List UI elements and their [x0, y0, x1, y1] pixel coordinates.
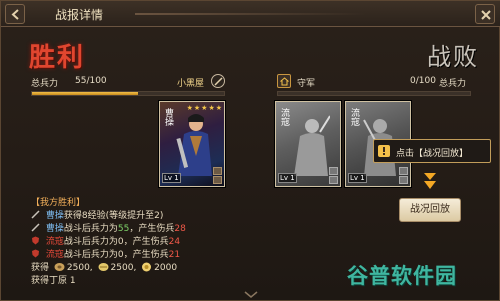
- troop-slots: [399, 167, 408, 184]
- log-title-row: 【我方胜利】: [31, 197, 291, 210]
- scroll-down-icon[interactable]: [244, 291, 258, 299]
- conscript-row: 获得丁原 1: [31, 275, 291, 288]
- back-button[interactable]: [5, 4, 25, 24]
- log-enemy-name: 流寇: [45, 237, 64, 247]
- house-icon: [277, 74, 291, 88]
- sword-icon: [31, 210, 40, 219]
- defender-name: 守军: [297, 79, 316, 89]
- star-icon: ★: [201, 104, 208, 112]
- log-text: 战斗后兵力为: [63, 224, 118, 234]
- log-wounded: 28: [174, 224, 186, 234]
- coin-icon: [142, 262, 152, 272]
- defender-force-value: 0/100: [410, 76, 436, 86]
- reward-amount: 2000: [154, 263, 178, 273]
- log-troops: 55: [117, 224, 130, 234]
- attacker-force-value: 55/100: [75, 76, 107, 86]
- hero-card-caocao[interactable]: 曹操 ★ ★ ★ ★ ★ Lv 1: [159, 101, 225, 187]
- star-icon: ★: [186, 104, 193, 112]
- log-hero-name: 曹操: [45, 211, 64, 221]
- log-text: 战斗后兵力为: [63, 237, 118, 247]
- card-level: Lv 1: [278, 173, 297, 183]
- troop-slot: [399, 176, 408, 184]
- back-arrow-icon: [11, 9, 19, 20]
- page-title: 战报详情: [55, 8, 104, 22]
- attacker-force-bar-fill: [32, 92, 138, 95]
- card-name: 流寇: [349, 108, 359, 126]
- log-text: ，产生伤兵: [123, 250, 169, 260]
- star-rating: ★ ★ ★ ★ ★: [187, 104, 222, 112]
- grain-icon: [98, 263, 109, 271]
- defeat-label: 战败: [427, 43, 479, 71]
- star-icon: ★: [208, 104, 215, 112]
- star-icon: ★: [215, 104, 222, 112]
- troop-slot: [213, 176, 222, 184]
- troop-slot: [399, 167, 408, 175]
- troop-slots: [213, 167, 222, 184]
- shield-icon: [32, 249, 39, 258]
- close-icon: [481, 10, 491, 20]
- tooltip-text: 点击【战况回放】: [396, 149, 469, 159]
- log-wounded: 24: [168, 237, 181, 247]
- log-title: 【我方胜利】: [31, 198, 86, 208]
- card-name: 曹操: [163, 108, 173, 126]
- sword-icon: [31, 223, 40, 232]
- defender-force-row: 守军 0/100 总兵力: [277, 74, 477, 90]
- log-text: 战斗后兵力为: [63, 250, 118, 260]
- header-bar: 战报详情: [1, 1, 500, 27]
- watermark-logo: 谷普软件园: [347, 260, 497, 290]
- troop-slot: [329, 176, 338, 184]
- battle-replay-button[interactable]: 战况回放: [399, 198, 461, 222]
- attacker-force-bar: [31, 91, 225, 96]
- log-text: ，产生伤兵: [123, 237, 169, 247]
- card-name: 流寇: [279, 108, 289, 126]
- sword-icon: [211, 74, 225, 88]
- down-arrow-icon: [424, 173, 436, 189]
- wood-icon: [54, 263, 65, 271]
- close-button[interactable]: [475, 4, 495, 24]
- battle-log: 【我方胜利】 曹操获得8经验(等级提升至2) 曹操战斗后兵力为55，产生伤兵28…: [31, 197, 291, 288]
- enemy-card-1[interactable]: 流寇 Lv 1: [275, 101, 341, 187]
- log-line: 曹操战斗后兵力为55，产生伤兵28: [31, 223, 291, 236]
- card-level: Lv 1: [162, 173, 181, 183]
- troop-slots: [329, 167, 338, 184]
- hero-portrait: [176, 114, 212, 176]
- enemy-portrait: [294, 115, 330, 176]
- defender-force-label: 总兵力: [439, 79, 467, 89]
- attacker-force-label: 总兵力: [31, 79, 59, 89]
- reward-amount: 2500: [66, 263, 90, 273]
- log-line: 曹操获得8经验(等级提升至2): [31, 210, 291, 223]
- rewards-row: 获得 2500, 2500, 2000: [31, 262, 178, 273]
- troop-slot: [329, 167, 338, 175]
- watermark-text: 谷普软件园: [347, 264, 457, 288]
- troop-slot: [213, 167, 222, 175]
- attacker-force-row: 总兵力 55/100 小黑屋: [31, 74, 231, 90]
- alert-icon: [378, 145, 390, 157]
- victory-label: 胜利: [29, 43, 86, 73]
- attacker-commander-name: 小黑屋: [177, 79, 205, 89]
- star-icon: ★: [193, 104, 201, 112]
- log-wounded: 21: [168, 250, 181, 260]
- log-line: 流寇战斗后兵力为0，产生伤兵21: [31, 249, 291, 262]
- defender-force-bar: [277, 91, 471, 96]
- header-divider: [135, 13, 365, 15]
- log-text: ，产生伤兵: [129, 224, 175, 234]
- card-level: Lv 1: [348, 173, 367, 183]
- log-hero-name: 曹操: [45, 224, 64, 234]
- reward-amount: 2500: [110, 263, 134, 273]
- shield-icon: [32, 236, 39, 245]
- log-text: 获得8经验(等级提升至2): [63, 211, 164, 221]
- conscript-text: 获得丁原 1: [31, 276, 76, 286]
- rewards-label: 获得: [31, 263, 50, 273]
- log-enemy-name: 流寇: [45, 250, 64, 260]
- tutorial-tooltip: 点击【战况回放】: [373, 139, 491, 163]
- log-line: 流寇战斗后兵力为0，产生伤兵24: [31, 236, 291, 249]
- battle-report-panel: 战报详情 胜利 战败 总兵力 55/100 小黑屋 守军 0/100 总兵力 曹…: [0, 0, 500, 301]
